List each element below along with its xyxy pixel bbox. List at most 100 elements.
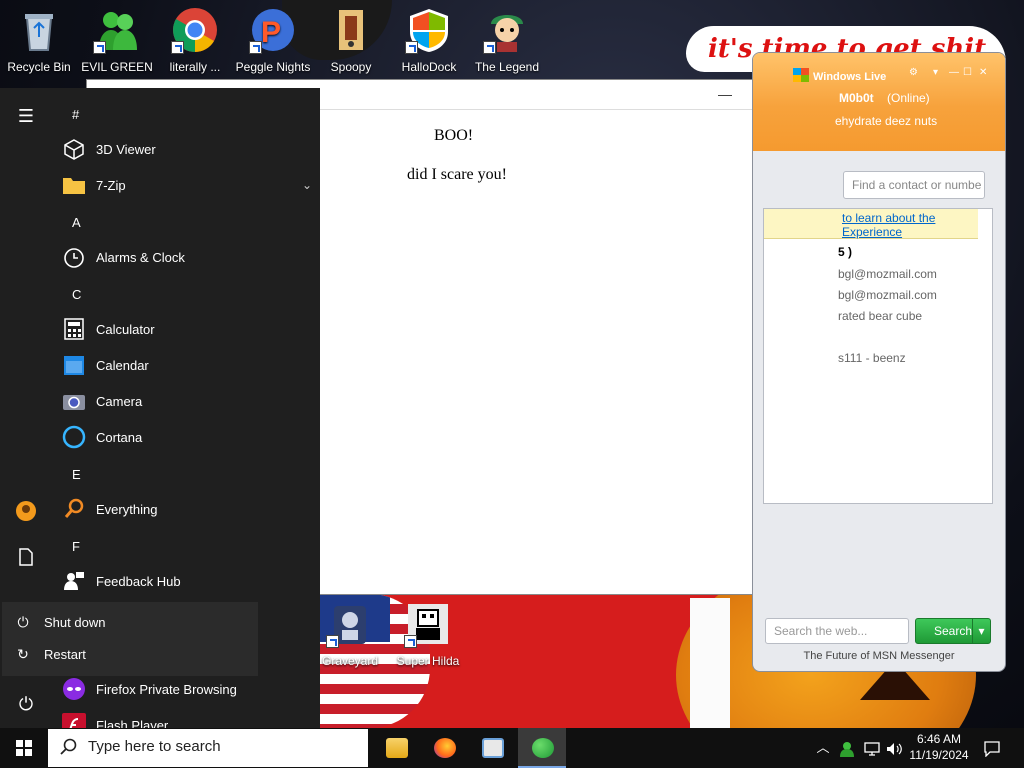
shutdown-menu-item[interactable]: ⏻ Shut down — [2, 607, 258, 637]
power-options-menu[interactable]: ⏻ Shut down ↻ Restart — [2, 602, 258, 676]
power-icon: ⏻ — [17, 614, 29, 630]
user-avatar-icon[interactable] — [14, 500, 38, 524]
msn-search-button[interactable]: Search ▾ — [915, 618, 991, 644]
contact-group-header[interactable]: 5 ) — [838, 245, 852, 259]
desktop-icon-label: Peggle Nights Del... — [235, 60, 311, 76]
msn-messenger-window[interactable]: Windows Live ⚙ ▾ — ☐ ✕ M0b0t (Online) eh… — [752, 52, 1006, 672]
app-name: Cortana — [96, 429, 143, 445]
find-contact-input[interactable]: Find a contact or numbe — [843, 171, 985, 199]
legend-character-icon — [483, 6, 531, 54]
shortcut-arrow-icon — [483, 41, 496, 54]
power-icon[interactable]: ⏻ — [14, 692, 38, 716]
msn-header: Windows Live ⚙ ▾ — ☐ ✕ M0b0t (Online) eh… — [753, 53, 1005, 151]
minimize-button[interactable]: — — [702, 80, 748, 110]
desktop-icon-peggle[interactable]: P Peggle Nights Del... — [235, 2, 311, 76]
contact-item[interactable]: s111 - beenz — [838, 351, 906, 365]
msn-dropdown-icon[interactable]: ▾ — [933, 67, 938, 78]
clock-time: 6:46 AM — [916, 732, 962, 746]
wallpaper-pumpkin-stripe — [690, 598, 730, 728]
shortcut-arrow-icon — [404, 635, 417, 648]
search-icon — [60, 738, 78, 756]
taskbar-search-box[interactable]: Type here to search — [48, 729, 368, 767]
banner-line: Experience — [842, 225, 903, 239]
app-name: Calendar — [96, 357, 149, 373]
app-cortana[interactable]: Cortana — [62, 421, 312, 453]
contact-list[interactable]: to learn about the Experience 5 ) bgl@mo… — [763, 208, 993, 504]
desktop-icon-chrome[interactable]: literally ... — [157, 2, 233, 76]
section-letter[interactable]: A — [72, 215, 81, 230]
desktop-icon-recycle-bin[interactable]: Recycle Bin — [1, 2, 77, 76]
taskbar-msn-messenger[interactable] — [518, 728, 566, 768]
section-letter[interactable]: C — [72, 287, 81, 302]
taskbar-web-window[interactable] — [468, 728, 516, 768]
app-flash-player[interactable]: Flash Player — [62, 709, 312, 728]
msn-personal-message[interactable]: ehydrate deez nuts — [835, 114, 937, 128]
windows-logo-icon — [16, 740, 32, 756]
contact-item[interactable]: rated bear cube — [838, 309, 922, 323]
notification-center-icon[interactable] — [980, 728, 1004, 768]
volume-icon[interactable] — [884, 728, 904, 768]
desktop-icon-hallodock[interactable]: HalloDock — [391, 2, 467, 76]
msn-status[interactable]: (Online) — [887, 91, 930, 105]
msn-maximize-button[interactable]: ☐ — [963, 67, 972, 78]
start-button[interactable] — [0, 728, 48, 768]
network-icon[interactable] — [862, 728, 882, 768]
app-feedback-hub[interactable]: Feedback Hub — [62, 565, 312, 597]
windows-live-logo-icon — [793, 68, 809, 82]
taskbar-firefox[interactable] — [420, 728, 468, 768]
page-body-text: did I scare you! — [407, 166, 507, 183]
section-letter[interactable]: F — [72, 539, 80, 554]
app-everything[interactable]: Everything — [62, 493, 312, 525]
system-clock[interactable]: 6:46 AM 11/19/2024 — [906, 731, 972, 763]
section-letter[interactable]: E — [72, 467, 81, 482]
green-men-icon — [93, 6, 141, 54]
chevron-down-icon[interactable]: ⌄ — [302, 178, 312, 192]
clock-date: 11/19/2024 — [909, 748, 969, 762]
msn-web-search-input[interactable]: Search the web... — [765, 618, 909, 644]
app-name: Calculator — [96, 321, 155, 337]
app-7-zip[interactable]: 7-Zip ⌄ — [62, 169, 312, 201]
documents-icon[interactable] — [14, 548, 38, 572]
calendar-icon — [62, 353, 86, 377]
msn-info-banner[interactable]: to learn about the Experience — [764, 209, 978, 239]
msn-close-button[interactable]: ✕ — [979, 67, 987, 78]
section-letter[interactable]: # — [72, 107, 79, 122]
desktop-icon-super-hilda[interactable]: Super Hilda — [390, 596, 466, 670]
desktop-icon-spoopy[interactable]: Spoopy — [313, 2, 389, 76]
desktop-icon-graveyard-party[interactable]: Graveyard Party Scre... — [312, 596, 388, 670]
contact-item[interactable]: bgl@mozmail.com — [838, 288, 937, 302]
shortcut-arrow-icon — [405, 41, 418, 54]
msn-user-name[interactable]: M0b0t — [839, 91, 874, 105]
contact-item[interactable]: bgl@mozmail.com — [838, 267, 937, 281]
chevron-up-icon[interactable]: ︿ — [814, 728, 832, 768]
app-3d-viewer[interactable]: 3D Viewer — [62, 133, 312, 165]
app-camera[interactable]: Camera — [62, 385, 312, 417]
app-calculator[interactable]: Calculator — [62, 313, 312, 345]
app-name: Flash Player — [96, 717, 169, 729]
folder-icon — [62, 173, 86, 197]
hamburger-menu-icon[interactable]: ☰ — [14, 104, 38, 128]
firefox-icon — [434, 738, 456, 758]
taskbar-file-explorer[interactable] — [372, 728, 420, 768]
app-calendar[interactable]: Calendar — [62, 349, 312, 381]
msn-minimize-button[interactable]: — — [949, 67, 959, 78]
desktop-icon-legend-of-tilda[interactable]: The Legend of Til... — [469, 2, 545, 76]
app-firefox-private[interactable]: Firefox Private Browsing — [62, 673, 312, 705]
desktop-icon-evil-green-men[interactable]: EVIL GREEN MEN CO — [79, 2, 155, 76]
app-name: Firefox Private Browsing — [96, 681, 237, 697]
chevron-down-icon[interactable]: ▾ — [972, 619, 990, 643]
mask-icon — [62, 677, 86, 701]
graveyard-icon — [326, 600, 374, 648]
msn-settings-icon[interactable]: ⚙ — [909, 67, 918, 78]
desktop-icon-label: HalloDock — [401, 60, 457, 74]
desktop-icon-label: literally ... — [169, 60, 221, 74]
app-alarms-clock[interactable]: Alarms & Clock — [62, 241, 312, 273]
menu-item-label: Restart — [44, 646, 86, 662]
recycle-bin-icon — [15, 6, 63, 54]
svg-text:P: P — [261, 16, 281, 49]
msn-tray-icon[interactable] — [836, 728, 858, 768]
msn-footer: The Future of MSN Messenger — [803, 650, 955, 662]
shortcut-arrow-icon — [326, 635, 339, 648]
desktop-icon-label: Spoopy — [330, 60, 372, 74]
restart-menu-item[interactable]: ↻ Restart — [2, 639, 258, 669]
